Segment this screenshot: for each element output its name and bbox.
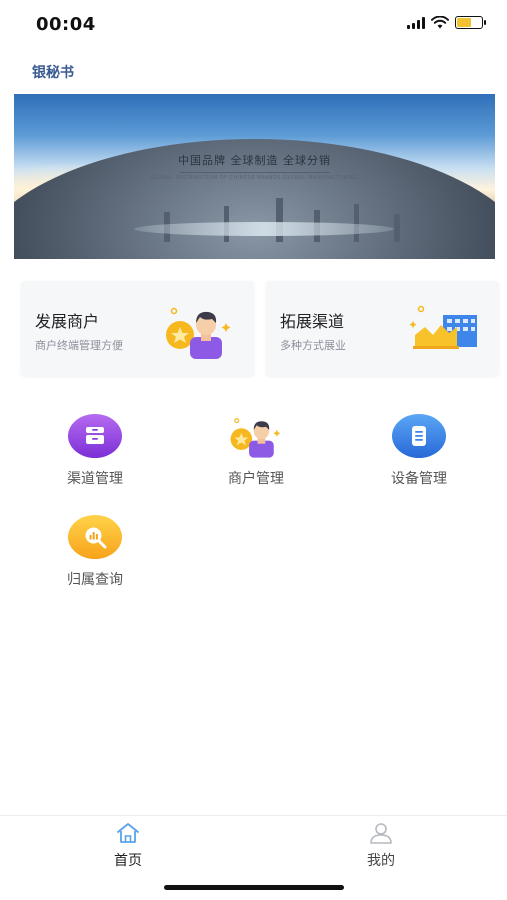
banner-caption: 中国品牌 全球制造 全球分销 GLOBAL DISTRIBUTION OF CH… — [14, 152, 495, 181]
menu-channel-management[interactable]: 渠道管理 — [45, 414, 145, 488]
channel-building-icon — [409, 305, 477, 349]
merchant-manage-icon — [229, 414, 283, 458]
tab-label: 我的 — [367, 853, 395, 869]
home-indicator[interactable] — [164, 885, 344, 890]
page-title: 银秘书 — [32, 65, 74, 81]
device-manage-icon — [392, 414, 446, 458]
merchant-person-icon — [166, 307, 231, 359]
menu-label: 渠道管理 — [67, 471, 123, 487]
status-time: 00:04 — [36, 14, 96, 35]
battery-charging-icon — [455, 16, 486, 29]
menu-label: 设备管理 — [391, 471, 447, 487]
card-subtitle: 多种方式展业 — [280, 339, 346, 352]
card-subtitle: 商户终端管理方便 — [35, 339, 123, 352]
wifi-icon — [431, 16, 449, 29]
status-icons — [407, 16, 486, 29]
card-develop-merchant[interactable]: 发展商户 商户终端管理方便 — [21, 281, 254, 376]
tab-home[interactable]: 首页 — [88, 822, 168, 870]
tab-label: 首页 — [114, 853, 142, 869]
menu-device-management[interactable]: 设备管理 — [369, 414, 469, 488]
card-expand-channel[interactable]: 拓展渠道 多种方式展业 — [266, 281, 499, 376]
banner-image[interactable]: 中国品牌 全球制造 全球分销 GLOBAL DISTRIBUTION OF CH… — [14, 94, 495, 259]
tab-mine[interactable]: 我的 — [341, 822, 421, 870]
status-bar: 00:04 — [0, 0, 507, 48]
user-icon — [370, 823, 392, 844]
signal-icon — [407, 16, 425, 29]
home-icon — [117, 823, 139, 843]
menu-ownership-query[interactable]: 归属查询 — [45, 515, 145, 589]
menu-merchant-management[interactable]: 商户管理 — [206, 414, 306, 488]
banner-headline: 中国品牌 全球制造 全球分销 — [178, 154, 331, 167]
menu-label: 归属查询 — [67, 572, 123, 588]
ownership-query-icon — [68, 515, 122, 559]
channel-manage-icon — [68, 414, 122, 458]
card-title: 拓展渠道 — [280, 312, 345, 331]
banner-subline: GLOBAL DISTRIBUTION OF CHINESE BRANDS GL… — [150, 175, 359, 181]
menu-label: 商户管理 — [228, 471, 284, 487]
card-title: 发展商户 — [35, 312, 100, 331]
